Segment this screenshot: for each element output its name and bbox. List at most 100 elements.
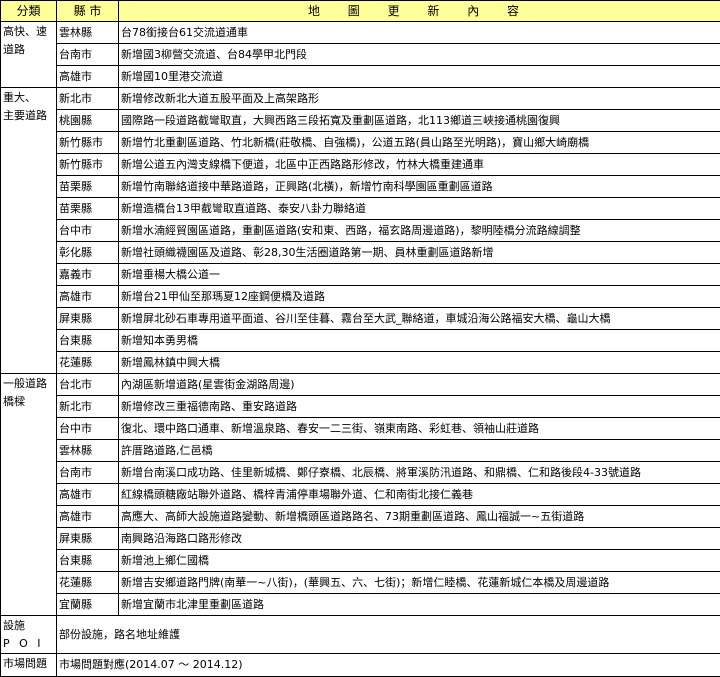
table-row: 宜蘭縣新增宜蘭市北津里重劃區道路 xyxy=(1,594,720,616)
city-cell: 桃園縣 xyxy=(57,110,119,132)
category-cell: 重大、主要道路 xyxy=(1,88,57,374)
category-label: 橋樑 xyxy=(3,393,56,411)
content-cell: 新增知本勇男橋 xyxy=(119,330,720,352)
content-cell: 市場問題對應(2014.07 ～ 2014.12) xyxy=(57,654,720,677)
table-row: 台中市復北、環中路口通車、新增溫泉路、春安一二三街、嶺東南路、彩虹巷、領袖山莊道… xyxy=(1,418,720,440)
table-row: 桃園縣國際路一段道路截彎取直，大興西路三段拓寬及重劃區道路，北113鄉道三峽接通… xyxy=(1,110,720,132)
table-row: 新竹縣市新增竹北重劃區道路、竹北新橋(莊敬橋、自強橋)，公道五路(員山路至光明路… xyxy=(1,132,720,154)
city-cell: 高雄市 xyxy=(57,506,119,528)
city-cell: 台中市 xyxy=(57,220,119,242)
table-row: 高雄市高應大、高師大設施道路變動、新增橋頭區道路路名、73期重劃區道路、鳳山福誠… xyxy=(1,506,720,528)
city-cell: 宜蘭縣 xyxy=(57,594,119,616)
category-label: 高快、速 xyxy=(3,23,56,41)
table-row: 台南市新增國3柳營交流道、台84學甲北門段 xyxy=(1,44,720,66)
city-cell: 台南市 xyxy=(57,462,119,484)
content-cell: 新增修改三重福德南路、重安路道路 xyxy=(119,396,720,418)
city-cell: 台東縣 xyxy=(57,550,119,572)
content-cell: 復北、環中路口通車、新增溫泉路、春安一二三街、嶺東南路、彩虹巷、領袖山莊道路 xyxy=(119,418,720,440)
content-cell: 新增垂楊大橋公道一 xyxy=(119,264,720,286)
map-update-table: 分類 縣 市 地 圖 更 新 內 容 高快、速道路雲林縣台78銜接台61交流道通… xyxy=(0,0,720,677)
city-cell: 新竹縣市 xyxy=(57,132,119,154)
content-cell: 新增水湳經貿園區道路，重劃區道路(安和東、西路，福玄路周邊道路)，黎明陸橋分流路… xyxy=(119,220,720,242)
table-row: 高快、速道路雲林縣台78銜接台61交流道通車 xyxy=(1,22,720,44)
table-row: 重大、主要道路新北市新增修改新北大道五股平面及上高架路形 xyxy=(1,88,720,110)
city-cell: 新北市 xyxy=(57,396,119,418)
content-cell: 新增竹北重劃區道路、竹北新橋(莊敬橋、自強橋)，公道五路(員山路至光明路)，寶山… xyxy=(119,132,720,154)
table-row: 苗栗縣新增竹南聯絡道接中華路道路，正興路(北橫)，新增竹南科學園區重劃區道路 xyxy=(1,176,720,198)
category-cell: 高快、速道路 xyxy=(1,22,57,88)
city-cell: 雲林縣 xyxy=(57,22,119,44)
table-row: 屏東縣新增屏北砂石車專用道平面道、谷川至佳暮、霧台至大武_聯絡道，車城沿海公路福… xyxy=(1,308,720,330)
content-cell: 新增公道五內灣支線橋下便道，北區中正西路路形修改，竹林大橋重建通車 xyxy=(119,154,720,176)
table-row: 高雄市新增國10里港交流道 xyxy=(1,66,720,88)
table-row: 屏東縣南興路沿海路口路形修改 xyxy=(1,528,720,550)
category-label: 市場問題 xyxy=(3,655,56,673)
table-row: 彰化縣新增社頭織襪園區及道路、彰28,30生活圈道路第一期、員林重劃區道路新增 xyxy=(1,242,720,264)
content-cell: 國際路一段道路截彎取直，大興西路三段拓寬及重劃區道路，北113鄉道三峽接通桃園復… xyxy=(119,110,720,132)
city-cell: 苗栗縣 xyxy=(57,198,119,220)
table-row: 苗栗縣新增造橋台13甲截彎取直道路、泰安八卦力聯絡道 xyxy=(1,198,720,220)
table-row: 高雄市紅線橋頭糖廠站聯外道路、橋梓青浦停車場聯外道、仁和南街北接仁義巷 xyxy=(1,484,720,506)
city-cell: 新竹縣市 xyxy=(57,154,119,176)
city-cell: 台東縣 xyxy=(57,330,119,352)
category-label: P O I xyxy=(3,635,56,653)
content-cell: 新增台21甲仙至那瑪夏12座鋼便橋及道路 xyxy=(119,286,720,308)
header-city: 縣 市 xyxy=(57,1,119,22)
content-cell: 新增國10里港交流道 xyxy=(119,66,720,88)
table-row: 市場問題市場問題對應(2014.07 ～ 2014.12) xyxy=(1,654,720,677)
city-cell: 高雄市 xyxy=(57,66,119,88)
content-cell: 新增台南溪口成功路、佳里新城橋、鄭仔寮橋、北辰橋、將軍溪防汛道路、和鼎橋、仁和路… xyxy=(119,462,720,484)
content-cell: 新增屏北砂石車專用道平面道、谷川至佳暮、霧台至大武_聯絡道，車城沿海公路福安大橋… xyxy=(119,308,720,330)
category-cell: 市場問題 xyxy=(1,654,57,677)
table-row: 高雄市新增台21甲仙至那瑪夏12座鋼便橋及道路 xyxy=(1,286,720,308)
city-cell: 台北市 xyxy=(57,374,119,396)
table-row: 雲林縣許厝路道路,仁邑橋 xyxy=(1,440,720,462)
content-cell: 部份設施，路名地址維護 xyxy=(57,616,720,654)
category-label: 重大、 xyxy=(3,89,56,107)
content-cell: 新增鳳林鎮中興大橋 xyxy=(119,352,720,374)
category-label: 道路 xyxy=(3,41,56,59)
table-row: 一般道路橋樑台北市內湖區新增道路(星雲街金湖路周邊) xyxy=(1,374,720,396)
content-cell: 新增池上鄉仁國橋 xyxy=(119,550,720,572)
content-cell: 新增竹南聯絡道接中華路道路，正興路(北橫)，新增竹南科學園區重劃區道路 xyxy=(119,176,720,198)
city-cell: 苗栗縣 xyxy=(57,176,119,198)
content-cell: 新增社頭織襪園區及道路、彰28,30生活圈道路第一期、員林重劃區道路新增 xyxy=(119,242,720,264)
city-cell: 高雄市 xyxy=(57,484,119,506)
header-category: 分類 xyxy=(1,1,57,22)
category-cell: 一般道路橋樑 xyxy=(1,374,57,616)
table-row: 台東縣新增知本勇男橋 xyxy=(1,330,720,352)
category-label: 一般道路 xyxy=(3,375,56,393)
city-cell: 台南市 xyxy=(57,44,119,66)
table-header-row: 分類 縣 市 地 圖 更 新 內 容 xyxy=(1,1,720,22)
content-cell: 紅線橋頭糖廠站聯外道路、橋梓青浦停車場聯外道、仁和南街北接仁義巷 xyxy=(119,484,720,506)
content-cell: 新增造橋台13甲截彎取直道路、泰安八卦力聯絡道 xyxy=(119,198,720,220)
table-row: 設施P O I部份設施，路名地址維護 xyxy=(1,616,720,654)
category-label: 主要道路 xyxy=(3,107,56,125)
city-cell: 屏東縣 xyxy=(57,528,119,550)
content-cell: 新增國3柳營交流道、台84學甲北門段 xyxy=(119,44,720,66)
city-cell: 新北市 xyxy=(57,88,119,110)
city-cell: 彰化縣 xyxy=(57,242,119,264)
content-cell: 南興路沿海路口路形修改 xyxy=(119,528,720,550)
city-cell: 雲林縣 xyxy=(57,440,119,462)
category-cell: 設施P O I xyxy=(1,616,57,654)
content-cell: 內湖區新增道路(星雲街金湖路周邊) xyxy=(119,374,720,396)
table-row: 台南市新增台南溪口成功路、佳里新城橋、鄭仔寮橋、北辰橋、將軍溪防汛道路、和鼎橋、… xyxy=(1,462,720,484)
city-cell: 高雄市 xyxy=(57,286,119,308)
table-row: 台東縣新增池上鄉仁國橋 xyxy=(1,550,720,572)
city-cell: 花蓮縣 xyxy=(57,352,119,374)
city-cell: 屏東縣 xyxy=(57,308,119,330)
content-cell: 新增宜蘭市北津里重劃區道路 xyxy=(119,594,720,616)
content-cell: 新增修改新北大道五股平面及上高架路形 xyxy=(119,88,720,110)
content-cell: 台78銜接台61交流道通車 xyxy=(119,22,720,44)
city-cell: 台中市 xyxy=(57,418,119,440)
city-cell: 嘉義市 xyxy=(57,264,119,286)
table-row: 嘉義市新增垂楊大橋公道一 xyxy=(1,264,720,286)
table-row: 花蓮縣新增鳳林鎮中興大橋 xyxy=(1,352,720,374)
content-cell: 高應大、高師大設施道路變動、新增橋頭區道路路名、73期重劃區道路、鳳山福誠一~五… xyxy=(119,506,720,528)
table-row: 台中市新增水湳經貿園區道路，重劃區道路(安和東、西路，福玄路周邊道路)，黎明陸橋… xyxy=(1,220,720,242)
content-cell: 許厝路道路,仁邑橋 xyxy=(119,440,720,462)
header-content: 地 圖 更 新 內 容 xyxy=(119,1,720,22)
category-label: 設施 xyxy=(3,617,56,635)
table-row: 新北市新增修改三重福德南路、重安路道路 xyxy=(1,396,720,418)
